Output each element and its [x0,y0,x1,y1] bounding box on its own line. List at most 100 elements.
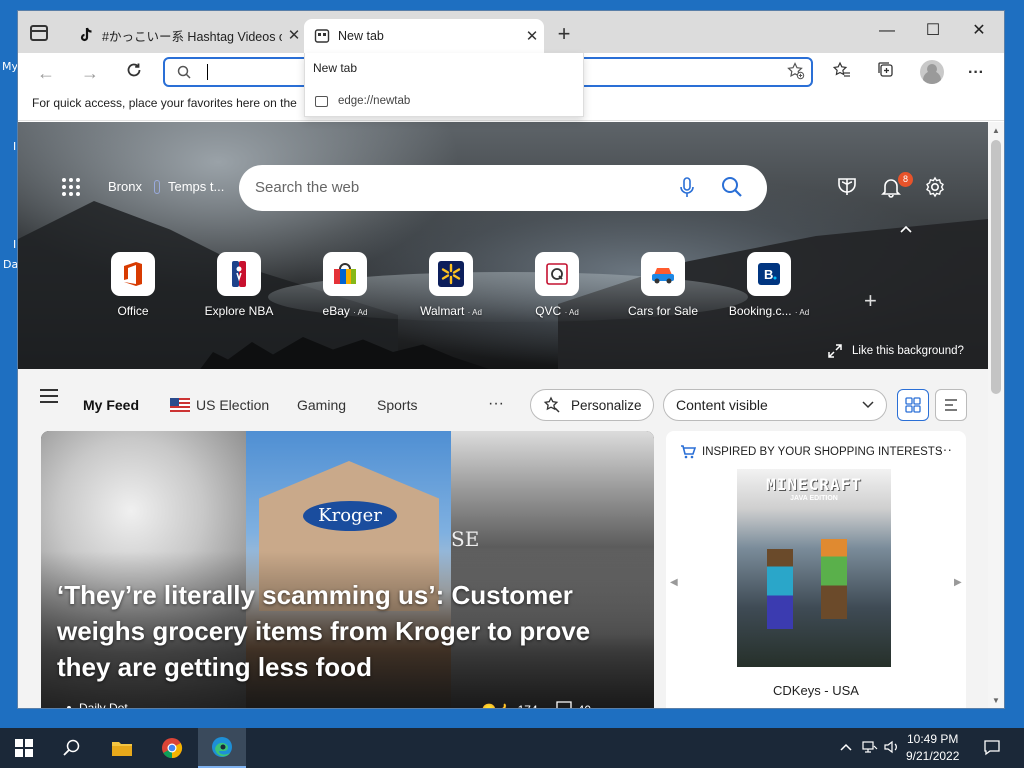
card-more-options[interactable]: ··· [611,703,623,709]
minimize-button[interactable]: — [864,17,910,45]
tab-gaming[interactable]: Gaming [297,397,346,413]
news-card[interactable]: Kroger SE ‘They’re literally scamming us… [41,431,654,709]
scroll-up-icon[interactable]: ▲ [992,126,1000,135]
top-site-cars-for-sale[interactable]: Cars for Sale [618,252,708,318]
tab-actions-icon[interactable] [30,25,48,41]
like-background-label: Like this background? [852,345,964,357]
hamburger-menu-icon[interactable] [40,389,58,407]
weather-widget[interactable]: Bronx Temps t... [108,179,224,194]
chrome-button[interactable] [148,728,196,768]
text-cursor [207,64,208,80]
volume-icon[interactable] [884,740,900,757]
top-site-booking[interactable]: B Booking.c... · Ad [724,252,814,318]
ad-badge: · Ad [467,308,482,317]
store-name[interactable]: CDKeys - USA [666,683,966,698]
carousel-next-icon[interactable]: ▶ [954,577,962,588]
character-figure [821,539,847,619]
web-search-box[interactable]: Search the web [239,165,767,211]
forward-button[interactable]: → [76,59,104,87]
favorites-icon[interactable] [830,61,854,85]
chevron-down-icon [862,398,874,412]
ad-badge: · Ad [564,308,579,317]
carousel-prev-icon[interactable]: ◀ [670,577,678,588]
settings-more-icon[interactable]: ··· [964,61,988,85]
tab-us-election[interactable]: US Election [170,397,269,413]
page-settings-gear-icon[interactable] [924,176,946,203]
folder-icon [112,742,132,756]
top-site-nba[interactable]: Explore NBA [194,252,284,318]
top-site-qvc[interactable]: QVC · Ad [512,252,602,318]
tab-sports[interactable]: Sports [377,397,417,413]
refresh-button[interactable] [120,59,148,87]
grid-view-button[interactable] [897,389,929,421]
tab-label: US Election [196,397,270,413]
top-site-office[interactable]: Office [88,252,178,318]
favorites-bar-hint: For quick access, place your favorites h… [32,96,297,110]
tab-tiktok[interactable]: #かっこいー系 Hashtag Videos on T ✕ [68,19,306,51]
content-visibility-select[interactable]: Content visible [663,389,887,421]
grid-view-icon [905,397,921,413]
product-image-title: MINECRAFT [766,475,862,494]
file-explorer-button[interactable] [98,728,146,768]
desktop-icon-label: I [13,140,17,153]
page-scrollbar[interactable]: ▲ ▼ [988,122,1004,708]
tile-label: QVC [535,304,562,318]
hero-background: Bronx Temps t... Search the web 8 Office… [18,122,988,372]
nba-logo-icon [217,252,261,296]
system-clock[interactable]: 10:49 PM 9/21/2022 [906,731,959,765]
collapse-chevron-icon[interactable] [900,222,912,236]
select-value: Content visible [676,397,768,413]
refresh-icon [127,63,141,77]
suggestion-url: edge://newtab [338,95,411,107]
tab-title: New tab [338,29,384,43]
search-button-icon[interactable] [721,176,743,203]
comment-count: 40 [578,703,591,709]
collections-icon[interactable] [874,61,898,85]
comment-icon[interactable] [555,701,572,708]
location-label: Bronx [108,179,142,194]
reactions-icon[interactable]: 😠👍 [482,703,512,709]
more-topics-button[interactable]: ··· [488,395,504,413]
shopping-more-options[interactable]: ··· [938,441,952,457]
news-source[interactable]: Daily Dot [79,701,128,708]
network-icon[interactable] [862,740,878,757]
back-button[interactable]: ← [32,59,60,87]
rewards-icon[interactable] [836,176,858,203]
search-placeholder: Search the web [255,179,360,196]
scroll-down-icon[interactable]: ▼ [992,696,1000,705]
tiktok-icon [78,27,94,43]
shopping-card[interactable]: INSPIRED BY YOUR SHOPPING INTERESTS ··· … [666,431,966,708]
shopping-cart-icon [681,445,696,459]
add-site-plus-icon[interactable]: + [864,288,877,314]
maximize-button[interactable]: ☐ [910,17,956,45]
product-image[interactable]: MINECRAFT JAVA EDITION [737,469,891,667]
browser-window: #かっこいー系 Hashtag Videos on T ✕ New tab ✕ … [17,10,1005,709]
scrollbar-thumb[interactable] [991,140,1001,394]
edge-button[interactable] [198,728,246,768]
new-tab-button[interactable]: + [552,23,576,47]
start-button[interactable] [0,728,48,768]
profile-avatar[interactable] [920,60,944,84]
dropdown-suggestion[interactable]: edge://newtab [305,87,583,115]
close-tab-icon[interactable]: ✕ [282,26,306,44]
action-center-icon[interactable] [984,740,1000,759]
news-headline[interactable]: ‘They’re literally scamming us’: Custome… [57,577,627,685]
like-background-link[interactable]: Like this background? [828,344,964,358]
tab-new-tab[interactable]: New tab ✕ [304,19,544,53]
apps-launcher-icon[interactable] [62,178,80,196]
taskbar-search-button[interactable] [48,728,96,768]
add-favorite-icon[interactable] [787,62,805,85]
ad-badge: · Ad [353,308,368,317]
product-image-subtitle: JAVA EDITION [790,495,838,502]
top-site-walmart[interactable]: Walmart · Ad [406,252,496,318]
show-hidden-icons-chevron[interactable] [840,740,852,754]
close-window-button[interactable]: ✕ [956,17,1002,45]
top-site-ebay[interactable]: eBay · Ad [300,252,390,318]
tile-label: Office [117,304,149,318]
list-view-button[interactable] [935,389,967,421]
personalize-button[interactable]: Personalize [530,389,654,421]
desktop-icon-label: Da [3,258,19,271]
microphone-icon[interactable] [679,177,695,204]
close-tab-icon[interactable]: ✕ [520,27,544,45]
tab-my-feed[interactable]: My Feed [83,397,139,413]
